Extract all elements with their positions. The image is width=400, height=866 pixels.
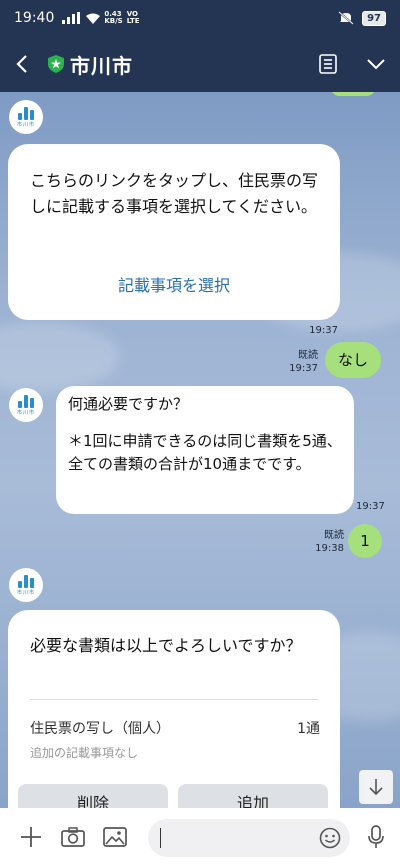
microphone-icon bbox=[368, 825, 384, 848]
chevron-left-icon bbox=[16, 55, 27, 73]
document-note: 追加の記載事項なし bbox=[30, 746, 139, 760]
menu-toggle-button[interactable] bbox=[352, 36, 400, 92]
read-receipt: 既読 19:37 bbox=[289, 350, 318, 374]
image-button[interactable] bbox=[94, 808, 136, 866]
note-icon bbox=[319, 54, 337, 74]
arrow-down-icon bbox=[369, 779, 383, 796]
voice-button[interactable] bbox=[358, 808, 394, 866]
message-time: 19:37 bbox=[309, 325, 338, 336]
card-message: こちらのリンクをタップし、住民票の写しに記載する事項を選択してください。 bbox=[30, 171, 319, 216]
outgoing-bubble[interactable]: なし bbox=[325, 342, 381, 378]
back-button[interactable] bbox=[0, 36, 44, 92]
text-caret bbox=[160, 828, 161, 848]
avatar[interactable]: 市川市 bbox=[9, 100, 43, 134]
network-speed: 0.43 KB/S bbox=[104, 10, 123, 25]
confirm-card: 必要な書類は以上でよろしいですか？ 住民票の写し（個人） 1通 追加の記載事項な… bbox=[8, 610, 340, 808]
image-icon bbox=[103, 827, 127, 847]
mute-icon bbox=[338, 11, 354, 25]
divider bbox=[30, 699, 318, 700]
verified-shield-icon bbox=[48, 55, 64, 73]
chat-title: 市川市 bbox=[70, 53, 133, 78]
incoming-bubble[interactable]: 何通必要ですか？ ＊1回に申請できるのは同じ書類を5通、全ての書類の合計が10通… bbox=[56, 386, 354, 514]
outgoing-bubble[interactable]: 1 bbox=[348, 524, 382, 558]
avatar[interactable]: 市川市 bbox=[9, 568, 43, 602]
logo-icon bbox=[18, 574, 34, 588]
input-bar bbox=[0, 808, 400, 866]
document-count: 1通 bbox=[297, 721, 320, 737]
chevron-down-icon bbox=[367, 59, 385, 70]
plus-icon bbox=[21, 827, 41, 847]
volte-indicator: VO LTE bbox=[126, 10, 140, 25]
chat-area[interactable]: 市川市 こちらのリンクをタップし、住民票の写しに記載する事項を選択してください。… bbox=[0, 92, 400, 808]
add-button[interactable]: 追加 bbox=[178, 784, 328, 808]
delete-button[interactable]: 削除 bbox=[18, 784, 168, 808]
status-bar: 19:40 0.43 KB/S VO LTE 97 bbox=[0, 0, 400, 36]
chat-header: 市川市 bbox=[0, 36, 400, 92]
status-time: 19:40 bbox=[14, 10, 55, 26]
message-time: 19:37 bbox=[356, 501, 385, 512]
link-card: こちらのリンクをタップし、住民票の写しに記載する事項を選択してください。 記載事… bbox=[8, 144, 340, 320]
avatar[interactable]: 市川市 bbox=[9, 388, 43, 422]
document-name: 住民票の写し（個人） bbox=[30, 721, 170, 737]
previous-bubble-edge bbox=[330, 92, 376, 96]
select-items-link[interactable]: 記載事項を選択 bbox=[8, 272, 340, 296]
emoji-icon[interactable] bbox=[319, 827, 341, 849]
logo-icon bbox=[18, 106, 34, 120]
wifi-icon bbox=[86, 13, 101, 24]
notes-button[interactable] bbox=[304, 36, 352, 92]
signal-icon bbox=[62, 12, 81, 24]
scroll-to-bottom-button[interactable] bbox=[359, 770, 393, 804]
camera-icon bbox=[61, 827, 85, 847]
logo-icon bbox=[18, 394, 34, 408]
plus-button[interactable] bbox=[10, 808, 52, 866]
card-message: 必要な書類は以上でよろしいですか？ bbox=[30, 636, 302, 655]
camera-button[interactable] bbox=[52, 808, 94, 866]
message-input[interactable] bbox=[148, 819, 350, 857]
battery-indicator: 97 bbox=[362, 10, 386, 26]
read-receipt: 既読 19:38 bbox=[315, 530, 344, 554]
